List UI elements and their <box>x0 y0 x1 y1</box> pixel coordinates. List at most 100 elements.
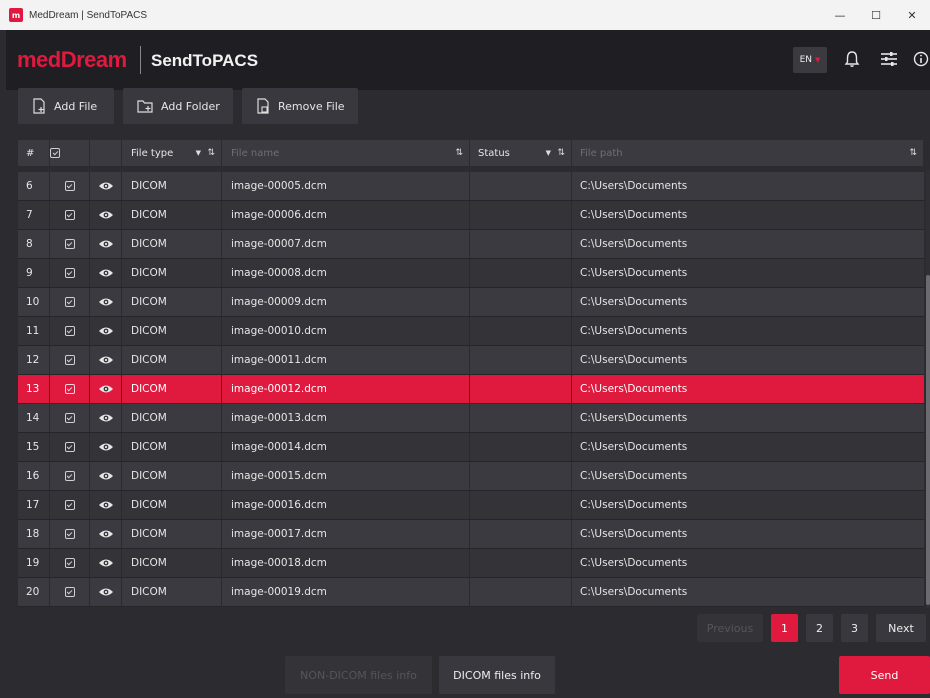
sliders-icon[interactable] <box>878 48 900 70</box>
eye-icon[interactable] <box>90 520 122 548</box>
maximize-button[interactable]: ☐ <box>858 0 894 30</box>
page-3-button[interactable]: 3 <box>841 614 868 642</box>
row-checkbox[interactable] <box>50 375 90 403</box>
add-file-button[interactable]: Add File <box>18 88 114 124</box>
remove-file-icon <box>257 98 269 114</box>
sort-icon[interactable]: ⇅ <box>455 148 463 158</box>
table-row[interactable]: 6 DICOM image-00005.dcm C:\Users\Documents <box>18 172 924 201</box>
row-checkbox[interactable] <box>50 404 90 432</box>
checkbox-icon <box>64 384 75 394</box>
row-checkbox[interactable] <box>50 230 90 258</box>
column-file-type[interactable]: File type ▼ ⇅ <box>122 140 222 166</box>
row-checkbox[interactable] <box>50 172 90 200</box>
file-path-cell: C:\Users\Documents <box>580 267 688 279</box>
minimize-button[interactable]: — <box>822 0 858 30</box>
file-type-cell: DICOM <box>122 288 222 316</box>
row-checkbox[interactable] <box>50 317 90 345</box>
eye-icon[interactable] <box>90 462 122 490</box>
row-checkbox[interactable] <box>50 578 90 606</box>
window-titlebar: m MedDream | SendToPACS — ☐ ✕ <box>0 0 930 30</box>
dicom-info-button[interactable]: DICOM files info <box>439 656 555 694</box>
table-row[interactable]: 16 DICOM image-00015.dcm C:\Users\Documents <box>18 462 924 491</box>
table-scrollbar-thumb[interactable] <box>926 275 930 605</box>
column-status[interactable]: Status ▼ ⇅ <box>470 140 572 166</box>
bell-icon[interactable] <box>841 48 863 70</box>
eye-icon[interactable] <box>90 230 122 258</box>
sort-icon[interactable]: ⇅ <box>207 148 215 158</box>
status-cell <box>470 201 572 229</box>
row-checkbox[interactable] <box>50 259 90 287</box>
file-path-cell: C:\Users\Documents <box>580 528 688 540</box>
next-page-button[interactable]: Next <box>876 614 926 642</box>
eye-icon[interactable] <box>90 201 122 229</box>
eye-icon[interactable] <box>90 346 122 374</box>
file-name-cell: image-00014.dcm <box>222 433 470 461</box>
table-row[interactable]: 19 DICOM image-00018.dcm C:\Users\Documents <box>18 549 924 578</box>
filter-dropdown-icon[interactable]: ▼ <box>546 149 551 157</box>
eye-icon[interactable] <box>90 491 122 519</box>
language-select[interactable]: EN ▼ <box>793 47 827 73</box>
column-file-name[interactable]: File name ⇅ <box>222 140 470 166</box>
filter-dropdown-icon[interactable]: ▼ <box>196 149 201 157</box>
row-checkbox[interactable] <box>50 462 90 490</box>
column-file-path[interactable]: File path ⇅ <box>572 140 924 166</box>
eye-icon[interactable] <box>90 404 122 432</box>
file-type-label: File type <box>131 147 174 159</box>
table-row[interactable]: 9 DICOM image-00008.dcm C:\Users\Documents <box>18 259 924 288</box>
row-checkbox[interactable] <box>50 491 90 519</box>
file-name-filter[interactable]: File name <box>231 148 279 159</box>
row-checkbox[interactable] <box>50 520 90 548</box>
table-row[interactable]: 18 DICOM image-00017.dcm C:\Users\Documents <box>18 520 924 549</box>
row-checkbox[interactable] <box>50 433 90 461</box>
remove-file-button[interactable]: Remove File <box>242 88 358 124</box>
table-row[interactable]: 8 DICOM image-00007.dcm C:\Users\Documents <box>18 230 924 259</box>
table-body: 6 DICOM image-00005.dcm C:\Users\Documents 7… <box>18 172 924 607</box>
table-row[interactable]: 11 DICOM image-00010.dcm C:\Users\Documents <box>18 317 924 346</box>
previous-page-button[interactable]: Previous <box>697 614 763 642</box>
checkbox-icon <box>64 529 75 539</box>
send-button[interactable]: Send <box>839 656 930 694</box>
language-label: EN <box>799 55 813 65</box>
row-checkbox[interactable] <box>50 288 90 316</box>
table-row[interactable]: 13 DICOM image-00012.dcm C:\Users\Documents <box>18 375 924 404</box>
row-checkbox[interactable] <box>50 346 90 374</box>
row-checkbox[interactable] <box>50 549 90 577</box>
page-2-button[interactable]: 2 <box>806 614 833 642</box>
file-path-cell: C:\Users\Documents <box>580 325 688 337</box>
row-checkbox[interactable] <box>50 201 90 229</box>
table-row[interactable]: 10 DICOM image-00009.dcm C:\Users\Documents <box>18 288 924 317</box>
header-divider <box>140 46 141 74</box>
file-type-cell: DICOM <box>122 375 222 403</box>
row-number: 14 <box>18 404 50 432</box>
non-dicom-info-button[interactable]: NON-DICOM files info <box>285 656 432 694</box>
row-number: 16 <box>18 462 50 490</box>
sort-icon[interactable]: ⇅ <box>557 148 565 158</box>
file-type-cell: DICOM <box>122 201 222 229</box>
select-all-checkbox[interactable] <box>50 140 90 166</box>
row-number: 10 <box>18 288 50 316</box>
file-path-filter[interactable]: File path <box>580 148 623 159</box>
table-row[interactable]: 14 DICOM image-00013.dcm C:\Users\Documents <box>18 404 924 433</box>
eye-icon[interactable] <box>90 172 122 200</box>
eye-icon[interactable] <box>90 375 122 403</box>
file-name-cell: image-00018.dcm <box>222 549 470 577</box>
file-name-cell: image-00005.dcm <box>222 172 470 200</box>
sort-icon[interactable]: ⇅ <box>909 148 917 158</box>
eye-icon[interactable] <box>90 433 122 461</box>
eye-icon[interactable] <box>90 259 122 287</box>
table-row[interactable]: 12 DICOM image-00011.dcm C:\Users\Documents <box>18 346 924 375</box>
eye-icon[interactable] <box>90 317 122 345</box>
table-row[interactable]: 17 DICOM image-00016.dcm C:\Users\Documents <box>18 491 924 520</box>
status-cell <box>470 259 572 287</box>
table-row[interactable]: 15 DICOM image-00014.dcm C:\Users\Documents <box>18 433 924 462</box>
eye-icon[interactable] <box>90 549 122 577</box>
eye-icon[interactable] <box>90 578 122 606</box>
page-1-button[interactable]: 1 <box>771 614 798 642</box>
close-button[interactable]: ✕ <box>894 0 930 30</box>
table-row[interactable]: 20 DICOM image-00019.dcm C:\Users\Documents <box>18 578 924 607</box>
table-row[interactable]: 7 DICOM image-00006.dcm C:\Users\Documents <box>18 201 924 230</box>
eye-icon[interactable] <box>90 288 122 316</box>
file-path-cell: C:\Users\Documents <box>580 499 688 511</box>
info-icon[interactable] <box>912 48 930 70</box>
add-folder-button[interactable]: Add Folder <box>123 88 233 124</box>
